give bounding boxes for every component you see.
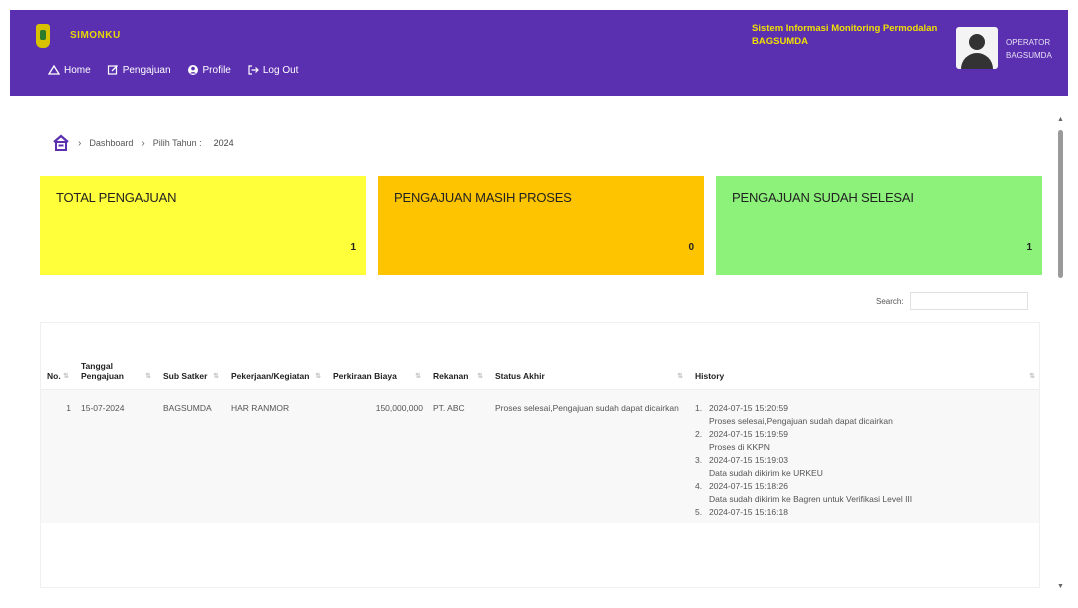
sort-icon: ⇅	[63, 372, 69, 380]
menu-profile[interactable]: Profile	[187, 64, 231, 76]
menu-home-label: Home	[64, 64, 91, 76]
col-header-tanggal[interactable]: Tanggal Pengajuan ⇅	[75, 323, 157, 390]
menu-pengajuan-label: Pengajuan	[122, 64, 171, 76]
menu-logout[interactable]: Log Out	[247, 64, 299, 76]
top-bar: SIMONKU Home Pengajuan Profile Log Out S…	[0, 0, 1078, 98]
scroll-down-icon[interactable]: ▼	[1057, 583, 1064, 590]
navbar: SIMONKU Home Pengajuan Profile Log Out S…	[10, 10, 1068, 96]
cell-status: Proses selesai,Pengajuan sudah dapat dic…	[495, 402, 679, 413]
home-icon	[48, 64, 60, 75]
history-item: 3. 2024-07-15 15:19:03 Data sudah dikirim …	[695, 454, 823, 478]
card-total-pengajuan: TOTAL PENGAJUAN 1	[40, 176, 366, 275]
user-circle-icon	[187, 65, 198, 75]
menu-logout-label: Log Out	[262, 64, 299, 76]
avatar-head	[969, 34, 985, 50]
user-info: OPERATOR BAGSUMDA	[1006, 36, 1052, 62]
table-header-row: No. ⇅ Tanggal Pengajuan ⇅ Sub Satker ⇅ Peke…	[41, 323, 1039, 390]
card-count: 1	[1026, 242, 1032, 253]
scrollbar-thumb[interactable]	[1058, 130, 1063, 278]
table-row: 1 15-07-2024 BAGSUMDA HAR RANMOR 150,000…	[41, 389, 1039, 523]
pilih-tahun-label: Pilih Tahun :	[152, 138, 202, 148]
history-item: 1. 2024-07-15 15:20:59 Proses selesai,Peng…	[695, 402, 893, 426]
col-header-kegiatan[interactable]: Pekerjaan/Kegiatan ⇅	[225, 323, 327, 390]
system-title: Sistem Informasi Monitoring Permodalan	[752, 23, 938, 34]
card-pengajuan-proses: PENGAJUAN MASIH PROSES 0	[378, 176, 704, 275]
home-icon[interactable]	[52, 134, 70, 152]
sort-icon: ⇅	[677, 372, 683, 380]
avatar[interactable]	[956, 27, 998, 69]
year-select[interactable]: 2024	[210, 136, 238, 150]
menu-profile-label: Profile	[202, 64, 231, 76]
col-header-status[interactable]: Status Akhir ⇅	[489, 323, 689, 390]
sort-icon: ⇅	[477, 372, 483, 380]
system-unit: BAGSUMDA	[752, 36, 808, 47]
table-search: Search:	[876, 292, 1028, 310]
breadcrumb: › Dashboard › Pilih Tahun : 2024	[52, 134, 238, 152]
menu-pengajuan[interactable]: Pengajuan	[107, 64, 171, 76]
user-role: OPERATOR	[1006, 38, 1051, 47]
history-item: 5. 2024-07-15 15:16:18	[695, 506, 788, 517]
sort-icon: ⇅	[415, 372, 421, 380]
sort-icon: ⇅	[213, 372, 219, 380]
card-title: PENGAJUAN SUDAH SELESAI	[732, 190, 914, 205]
menu-home[interactable]: Home	[48, 64, 91, 76]
card-pengajuan-selesai: PENGAJUAN SUDAH SELESAI 1	[716, 176, 1042, 275]
col-header-biaya[interactable]: Perkiraan Biaya ⇅	[327, 323, 427, 390]
brand-name: SIMONKU	[70, 30, 121, 41]
card-count: 1	[350, 242, 356, 253]
page-scrollbar[interactable]: ▲ ▼	[1054, 112, 1066, 598]
edit-icon	[107, 65, 118, 75]
cell-kegiatan: HAR RANMOR	[231, 402, 290, 413]
cell-history: 1. 2024-07-15 15:20:59 Proses selesai,Peng…	[689, 389, 1039, 523]
chevron-right-icon: ›	[141, 137, 145, 149]
sort-icon: ⇅	[315, 372, 321, 380]
history-item: 2. 2024-07-15 15:19:59 Proses di KKPN	[695, 428, 788, 452]
cell-satker: BAGSUMDA	[163, 402, 212, 413]
chevron-right-icon: ›	[78, 137, 82, 149]
search-label: Search:	[876, 296, 904, 306]
search-input[interactable]	[909, 292, 1028, 310]
system-info: Sistem Informasi Monitoring Permodalan B…	[752, 22, 937, 48]
cell-rekanan: PT. ABC	[433, 402, 465, 413]
history-item: 4. 2024-07-15 15:18:26 Data sudah dikirim …	[695, 480, 913, 504]
col-header-satker[interactable]: Sub Satker ⇅	[157, 323, 225, 390]
history-list: 1. 2024-07-15 15:20:59 Proses selesai,Peng…	[695, 402, 1037, 519]
col-header-no[interactable]: No. ⇅	[41, 323, 75, 390]
avatar-body	[961, 53, 993, 69]
breadcrumb-dashboard[interactable]: Dashboard	[89, 138, 133, 148]
cell-tanggal: 15-07-2024	[81, 402, 125, 413]
main-menu: Home Pengajuan Profile Log Out	[48, 64, 298, 76]
cell-no: 1	[66, 402, 71, 413]
card-count: 0	[688, 242, 694, 253]
card-title: TOTAL PENGAJUAN	[56, 190, 177, 205]
logout-icon	[248, 65, 259, 75]
sort-icon: ⇅	[1029, 372, 1035, 380]
user-unit: BAGSUMDA	[1006, 51, 1052, 60]
pengajuan-table: No. ⇅ Tanggal Pengajuan ⇅ Sub Satker ⇅ Peke…	[40, 322, 1040, 588]
sort-icon: ⇅	[145, 372, 151, 380]
cell-biaya: 150,000,000	[375, 402, 423, 413]
scroll-up-icon[interactable]: ▲	[1057, 116, 1064, 123]
col-header-rekanan[interactable]: Rekanan ⇅	[427, 323, 489, 390]
col-header-history[interactable]: History ⇅	[689, 323, 1039, 390]
app-logo	[36, 24, 50, 48]
card-title: PENGAJUAN MASIH PROSES	[394, 190, 572, 205]
